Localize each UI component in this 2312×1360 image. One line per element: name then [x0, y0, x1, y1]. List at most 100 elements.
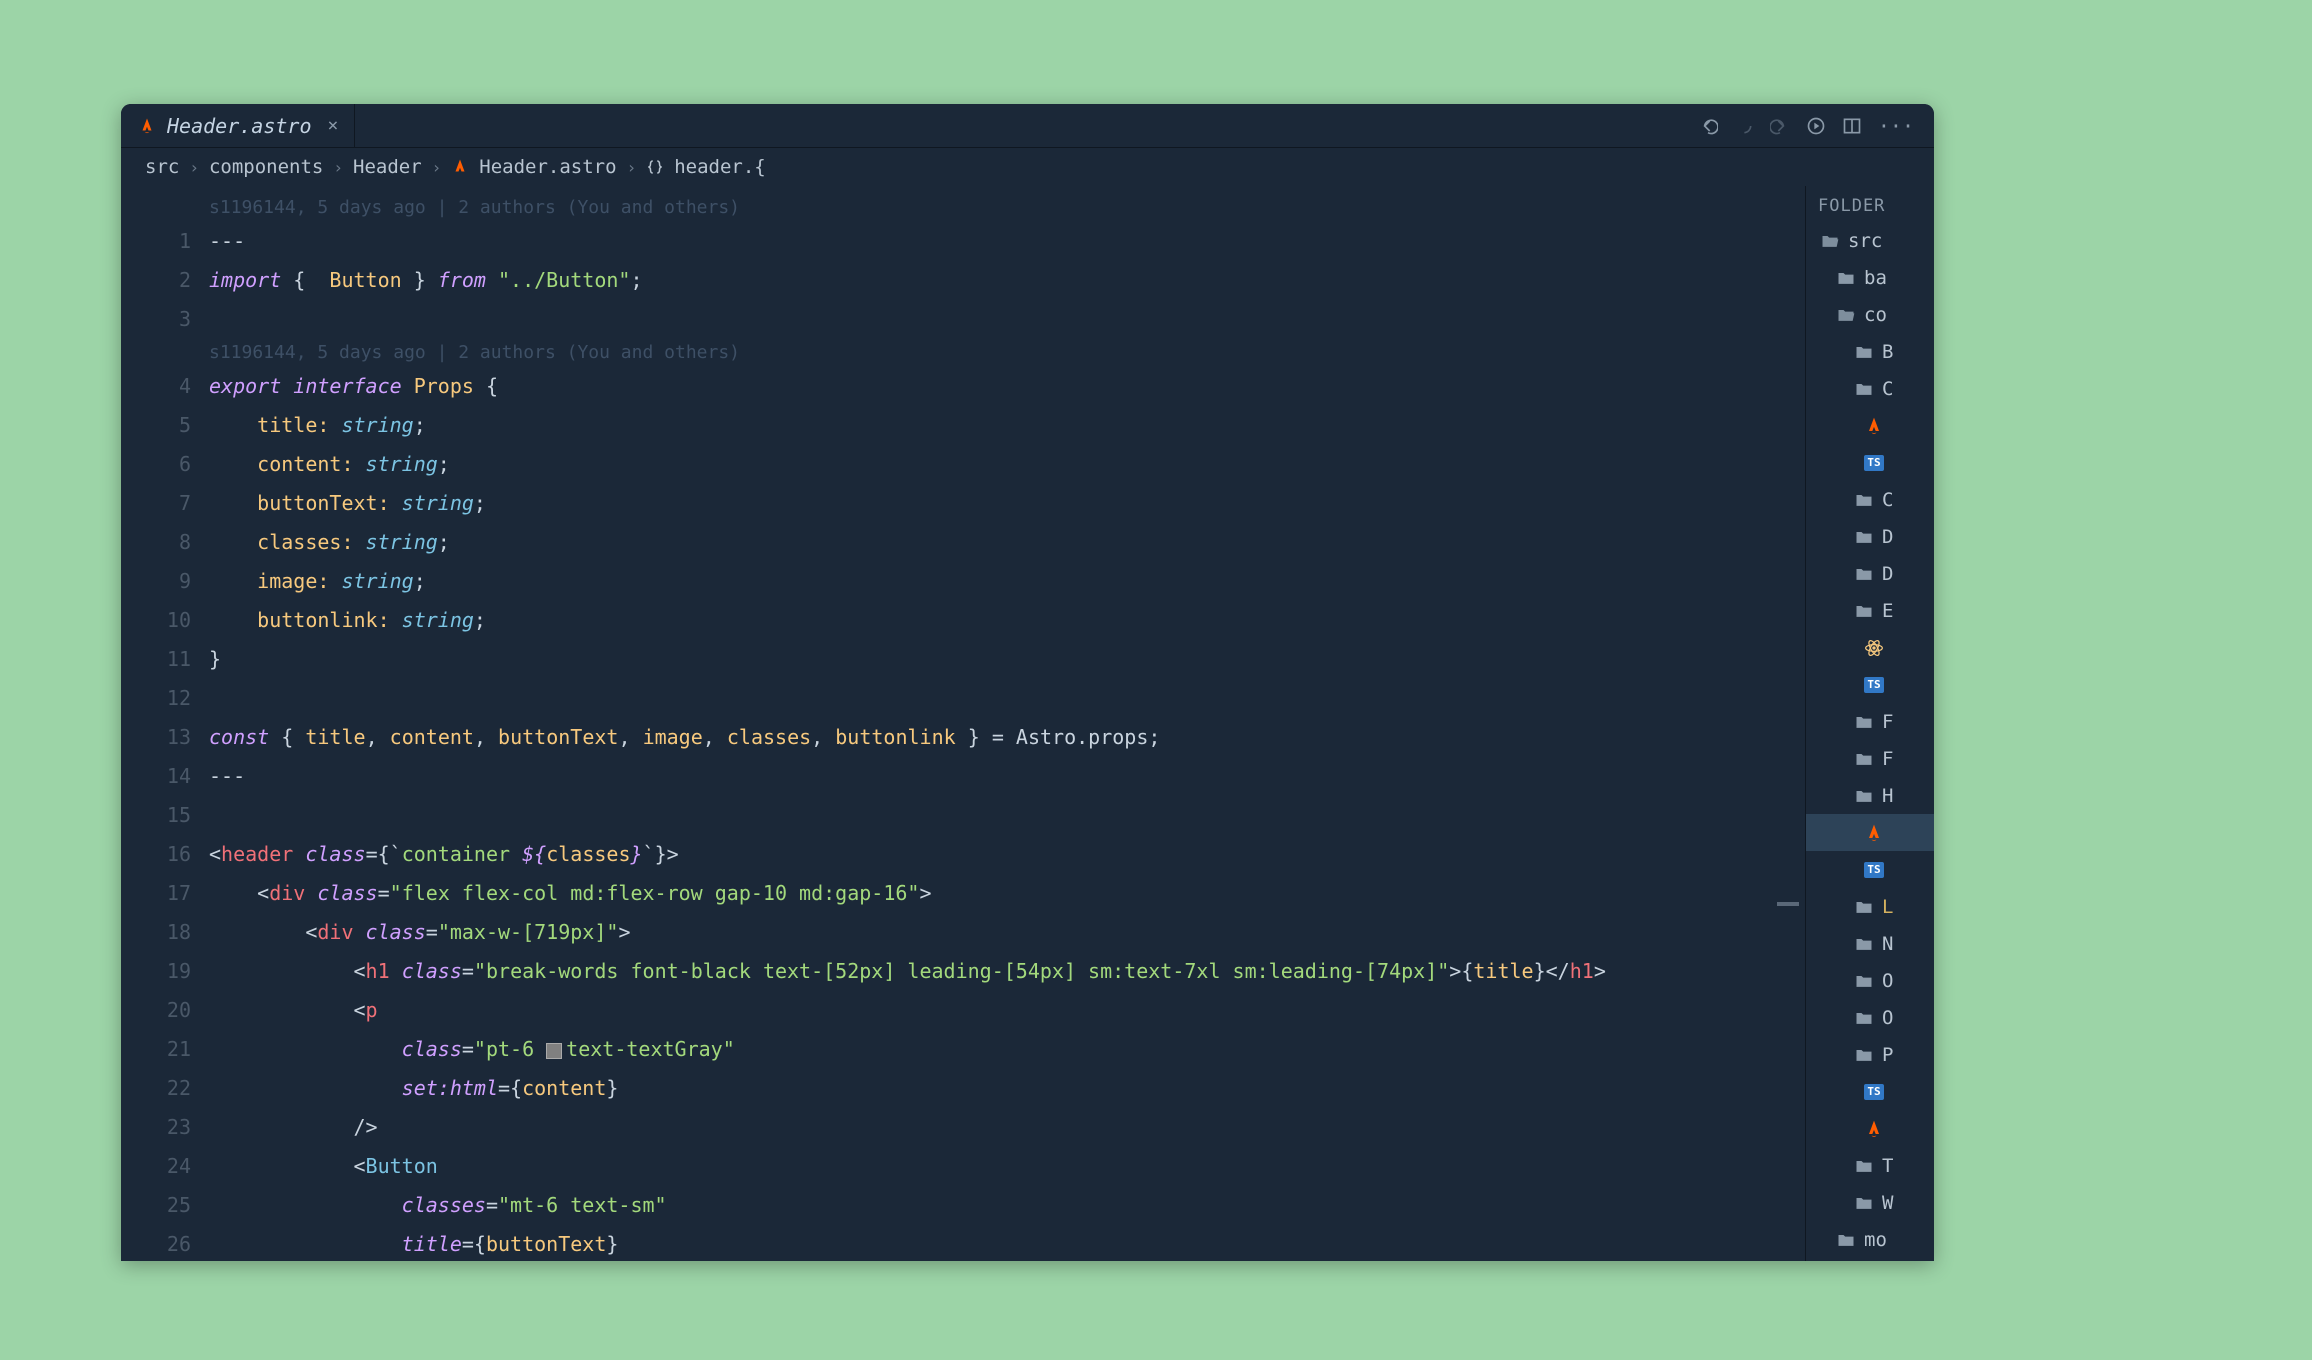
- tree-item[interactable]: [1806, 407, 1934, 444]
- code-line: ---: [209, 222, 1805, 261]
- tree-item[interactable]: [1806, 814, 1934, 851]
- tree-item[interactable]: B: [1806, 333, 1934, 370]
- code-line: [209, 300, 1805, 339]
- tree-item[interactable]: TS: [1806, 1073, 1934, 1110]
- line-number: 25: [121, 1186, 191, 1225]
- breadcrumb: src › components › Header › Header.astro…: [121, 148, 1934, 186]
- tree-item[interactable]: co: [1806, 296, 1934, 333]
- line-number: 21: [121, 1030, 191, 1069]
- line-number: 8: [121, 523, 191, 562]
- close-icon[interactable]: ×: [328, 115, 339, 136]
- breadcrumb-item[interactable]: Header: [353, 156, 422, 178]
- minimap-indicator: [1777, 902, 1799, 906]
- folder-icon: [1854, 897, 1874, 917]
- chevron-right-icon: ›: [333, 158, 343, 177]
- breadcrumb-item[interactable]: src: [145, 156, 179, 178]
- tree-item[interactable]: TS: [1806, 666, 1934, 703]
- code-line: classes="mt-6 text-sm": [209, 1186, 1805, 1225]
- tree-item[interactable]: F: [1806, 703, 1934, 740]
- folder-open-icon: [1820, 231, 1840, 251]
- go-forward-icon[interactable]: [1770, 116, 1790, 136]
- line-number: 24: [121, 1147, 191, 1186]
- tree-item[interactable]: [1806, 1110, 1934, 1147]
- split-editor-icon[interactable]: [1842, 116, 1862, 136]
- tree-item[interactable]: src: [1806, 222, 1934, 259]
- code-line: [209, 679, 1805, 718]
- folder-icon: [1854, 1045, 1874, 1065]
- line-number: 2: [121, 261, 191, 300]
- tree-item[interactable]: C: [1806, 370, 1934, 407]
- folder-icon: [1854, 342, 1874, 362]
- code-line: [209, 796, 1805, 835]
- tree-item[interactable]: D: [1806, 555, 1934, 592]
- breadcrumb-item[interactable]: components: [209, 156, 323, 178]
- line-number: 17: [121, 874, 191, 913]
- file-explorer: FOLDER srcbacoBCTSCDDETSFFHTSLNOOPTSTWmo…: [1805, 186, 1934, 1261]
- astro-icon: [137, 116, 157, 136]
- main-area: . 1 2 3 . 4 5 6 7 8 9 10 11 12 13 14 15 …: [121, 186, 1934, 1261]
- chevron-right-icon: ›: [432, 158, 442, 177]
- tree-item[interactable]: E: [1806, 592, 1934, 629]
- editor-tab[interactable]: Header.astro ×: [121, 104, 355, 147]
- tree-item[interactable]: H: [1806, 777, 1934, 814]
- tree-item-label: E: [1882, 600, 1893, 622]
- tree-item[interactable]: P: [1806, 1036, 1934, 1073]
- line-number: 20: [121, 991, 191, 1030]
- line-number: 11: [121, 640, 191, 679]
- tree-item[interactable]: TS: [1806, 851, 1934, 888]
- tree-item[interactable]: O: [1806, 999, 1934, 1036]
- folder-icon: [1854, 786, 1874, 806]
- tree-item[interactable]: O: [1806, 962, 1934, 999]
- tree-item[interactable]: mo: [1806, 1221, 1934, 1258]
- astro-icon: [1864, 416, 1884, 436]
- more-icon[interactable]: ···: [1878, 114, 1914, 138]
- line-number: 14: [121, 757, 191, 796]
- run-icon[interactable]: [1806, 116, 1826, 136]
- tree-item[interactable]: [1806, 629, 1934, 666]
- line-number: 18: [121, 913, 191, 952]
- editor-pane[interactable]: . 1 2 3 . 4 5 6 7 8 9 10 11 12 13 14 15 …: [121, 186, 1805, 1261]
- tree-item[interactable]: C: [1806, 481, 1934, 518]
- tree-item[interactable]: D: [1806, 518, 1934, 555]
- tree-item[interactable]: N: [1806, 925, 1934, 962]
- tree-item[interactable]: F: [1806, 740, 1934, 777]
- breadcrumb-item[interactable]: header.{: [674, 156, 766, 178]
- symbol-icon: [646, 158, 664, 176]
- tree-item[interactable]: ba: [1806, 259, 1934, 296]
- folder-open-icon: [1836, 305, 1856, 325]
- file-tree: srcbacoBCTSCDDETSFFHTSLNOOPTSTWmopac: [1806, 222, 1934, 1261]
- tree-item-label: D: [1882, 563, 1893, 585]
- gitlens-annotation[interactable]: s1196144, 5 days ago | 2 authors (You an…: [209, 194, 1805, 222]
- code-line: <header class={`container ${classes}`}>: [209, 835, 1805, 874]
- loading-icon[interactable]: [1734, 116, 1754, 136]
- code-line: content: string;: [209, 445, 1805, 484]
- go-back-icon[interactable]: [1698, 116, 1718, 136]
- tab-bar: Header.astro × ···: [121, 104, 1934, 148]
- tree-item[interactable]: pa: [1806, 1258, 1934, 1261]
- tree-item-label: C: [1882, 489, 1893, 511]
- ts-icon: TS: [1864, 675, 1884, 695]
- line-number: 23: [121, 1108, 191, 1147]
- line-number: 10: [121, 601, 191, 640]
- code-area[interactable]: s1196144, 5 days ago | 2 authors (You an…: [209, 186, 1805, 1261]
- breadcrumb-item[interactable]: Header.astro: [479, 156, 616, 178]
- tree-item[interactable]: TS: [1806, 444, 1934, 481]
- tree-item-label: O: [1882, 1007, 1893, 1029]
- ts-icon: TS: [1864, 1082, 1884, 1102]
- folder-icon: [1854, 1193, 1874, 1213]
- tree-item[interactable]: W: [1806, 1184, 1934, 1221]
- folder-icon: [1854, 490, 1874, 510]
- code-line: }: [209, 640, 1805, 679]
- tree-item-label: C: [1882, 378, 1893, 400]
- gitlens-annotation[interactable]: s1196144, 5 days ago | 2 authors (You an…: [209, 339, 1805, 367]
- tree-item-label: D: [1882, 526, 1893, 548]
- code-line: const { title, content, buttonText, imag…: [209, 718, 1805, 757]
- code-line: classes: string;: [209, 523, 1805, 562]
- folder-icon: [1854, 971, 1874, 991]
- tree-item[interactable]: L: [1806, 888, 1934, 925]
- vscode-window: Header.astro × ··· src › components › He…: [121, 104, 1934, 1261]
- folder-icon: [1854, 527, 1874, 547]
- code-line: <h1 class="break-words font-black text-[…: [209, 952, 1805, 991]
- tree-item-label: W: [1882, 1192, 1893, 1214]
- tree-item[interactable]: T: [1806, 1147, 1934, 1184]
